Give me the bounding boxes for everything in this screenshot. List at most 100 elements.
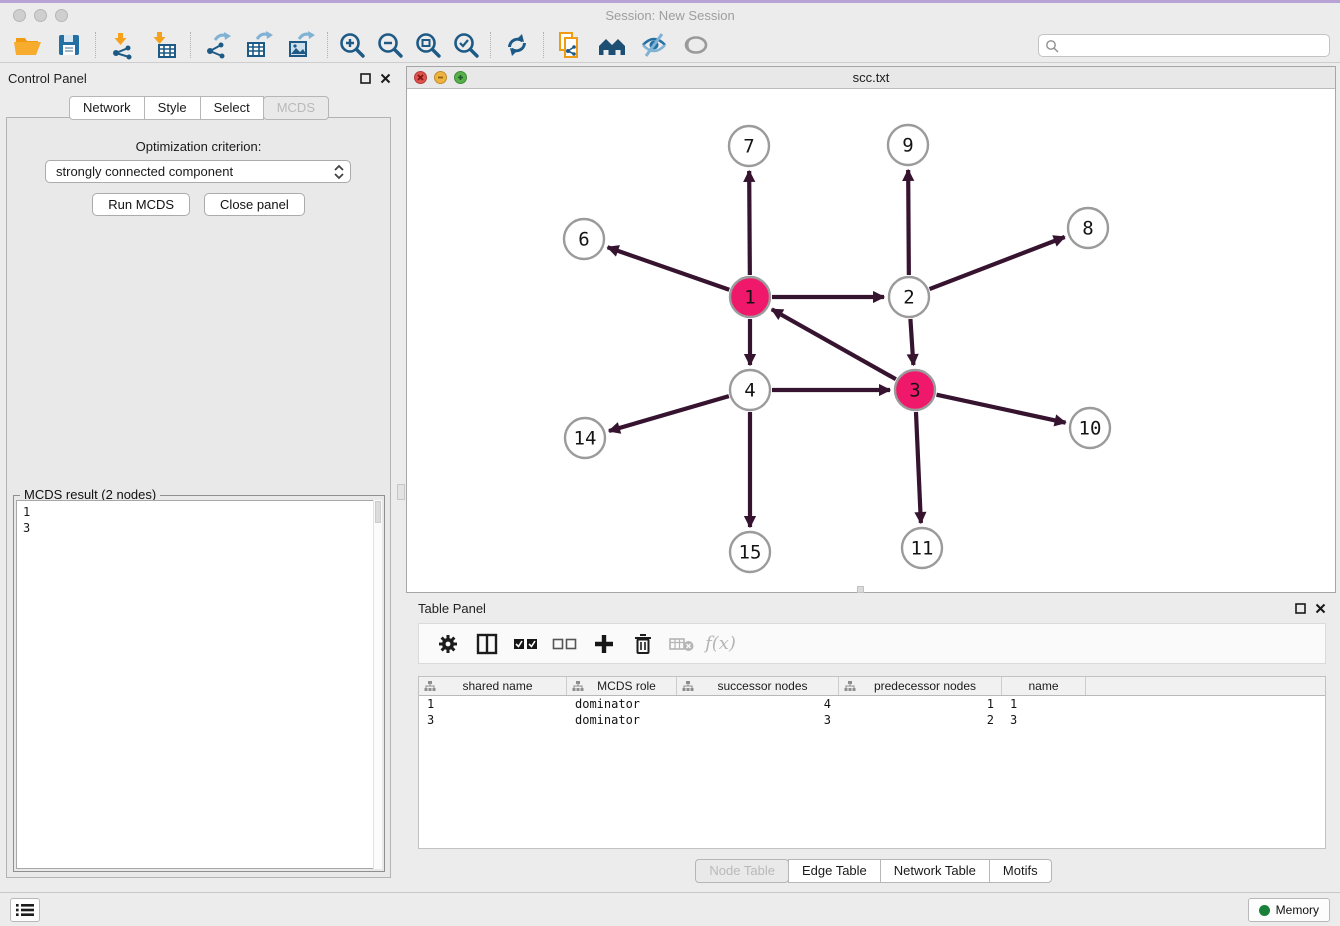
table-settings-button[interactable] (429, 633, 466, 655)
maximize-window-button[interactable] (55, 9, 68, 22)
refresh-button[interactable] (496, 29, 538, 61)
select-spinner-icon (332, 162, 348, 181)
zoom-in-icon (337, 30, 367, 60)
mcds-result-list[interactable]: 13 (16, 500, 382, 869)
deselect-all-button[interactable] (546, 636, 583, 652)
column-header-successor-nodes[interactable]: successor nodes (677, 677, 839, 695)
eye-slash-button[interactable] (633, 29, 675, 61)
tab-select[interactable]: Select (200, 96, 264, 120)
show-column-button[interactable] (468, 633, 505, 655)
column-label: successor nodes (717, 679, 807, 693)
network-window-titlebar[interactable]: scc.txt (407, 67, 1335, 89)
table-row[interactable]: 3dominator323 (419, 712, 1325, 728)
column-header-predecessor-nodes[interactable]: predecessor nodes (839, 677, 1002, 695)
column-label: MCDS role (597, 679, 656, 693)
node-label-8: 8 (1082, 218, 1093, 240)
tab-style[interactable]: Style (144, 96, 201, 120)
network-view-window: scc.txt 7968124314101511 (406, 66, 1336, 593)
optimization-criterion-label: Optimization criterion: (7, 139, 390, 154)
tab-node-table[interactable]: Node Table (695, 859, 789, 883)
network-window-title: scc.txt (407, 67, 1335, 88)
search-box[interactable] (1038, 34, 1330, 57)
tab-edge-table[interactable]: Edge Table (788, 859, 881, 883)
function-builder-button[interactable]: f(x) (702, 633, 739, 654)
eye-button[interactable] (675, 29, 717, 61)
export-network-icon (202, 30, 232, 60)
toolbar-separator (95, 32, 96, 58)
table-body: 1dominator4113dominator323 (419, 696, 1325, 728)
network-close-button[interactable] (414, 71, 427, 84)
float-panel-icon[interactable] (360, 73, 371, 84)
delete-table-icon (669, 635, 695, 653)
export-image-button[interactable] (280, 29, 322, 61)
search-input[interactable] (1059, 38, 1323, 54)
column-header-shared-name[interactable]: shared name (419, 677, 567, 695)
edge-3-1[interactable] (772, 309, 896, 379)
zoom-out-button[interactable] (371, 29, 409, 61)
tab-network-table[interactable]: Network Table (880, 859, 990, 883)
zoom-fit-button[interactable] (409, 29, 447, 61)
task-history-button[interactable] (10, 898, 40, 922)
close-window-button[interactable] (13, 9, 26, 22)
edge-3-11[interactable] (916, 412, 921, 523)
panel-splitter-grip[interactable] (397, 484, 405, 500)
result-scrollbar-thumb[interactable] (375, 501, 381, 523)
control-panel-controls (360, 73, 391, 84)
import-network-button[interactable] (101, 29, 143, 61)
houses-button[interactable] (591, 29, 633, 61)
tab-motifs[interactable]: Motifs (989, 859, 1052, 883)
run-mcds-button[interactable]: Run MCDS (92, 193, 190, 216)
column-label: name (1028, 679, 1058, 693)
close-panel-icon[interactable] (380, 73, 391, 84)
node-label-14: 14 (574, 428, 597, 450)
edge-2-8[interactable] (930, 237, 1065, 289)
control-panel-tabs: Network Style Select MCDS (0, 96, 397, 120)
duplicate-network-button[interactable] (549, 29, 591, 61)
tab-mcds[interactable]: MCDS (263, 96, 329, 120)
edge-2-3[interactable] (910, 319, 913, 365)
checked-boxes-icon (513, 636, 539, 652)
close-panel-icon[interactable] (1315, 603, 1326, 614)
minimize-window-button[interactable] (34, 9, 47, 22)
save-session-button[interactable] (48, 29, 90, 61)
network-minimize-button[interactable] (434, 71, 447, 84)
open-session-button[interactable] (6, 29, 48, 61)
add-column-button[interactable] (585, 633, 622, 655)
optimization-criterion-select[interactable]: strongly connected component (45, 160, 351, 183)
edge-1-7[interactable] (749, 171, 750, 275)
status-bar: Memory (0, 892, 1340, 926)
table-row[interactable]: 1dominator411 (419, 696, 1325, 712)
network-maximize-button[interactable] (454, 71, 467, 84)
table-cell: 3 (419, 712, 567, 728)
column-header-MCDS-role[interactable]: MCDS role (567, 677, 677, 695)
select-all-button[interactable] (507, 636, 544, 652)
import-table-button[interactable] (143, 29, 185, 61)
import-table-icon (149, 30, 179, 60)
delete-button[interactable] (624, 632, 661, 656)
column-header-name[interactable]: name (1002, 677, 1086, 695)
export-network-button[interactable] (196, 29, 238, 61)
unchecked-boxes-icon (552, 636, 578, 652)
edge-4-14[interactable] (609, 396, 729, 431)
zoom-in-button[interactable] (333, 29, 371, 61)
column-label: shared name (462, 679, 532, 693)
tab-network[interactable]: Network (69, 96, 145, 120)
node-label-4: 4 (744, 380, 755, 402)
close-panel-button[interactable]: Close panel (204, 193, 305, 216)
memory-button[interactable]: Memory (1248, 898, 1330, 922)
window-title: Session: New Session (0, 3, 1340, 28)
delete-column-button[interactable] (663, 635, 700, 653)
result-scrollbar[interactable] (373, 500, 382, 869)
export-table-button[interactable] (238, 29, 280, 61)
edge-2-9[interactable] (908, 170, 909, 275)
memory-status-dot (1259, 905, 1270, 916)
edge-3-10[interactable] (936, 395, 1065, 423)
float-panel-icon[interactable] (1295, 603, 1306, 614)
table-panel-title: Table Panel (418, 601, 486, 616)
node-label-2: 2 (903, 287, 914, 309)
toolbar-separator (327, 32, 328, 58)
edge-1-6[interactable] (608, 247, 730, 289)
zoom-selected-button[interactable] (447, 29, 485, 61)
network-resize-grip[interactable] (857, 586, 864, 593)
network-canvas[interactable]: 7968124314101511 (407, 89, 1335, 592)
